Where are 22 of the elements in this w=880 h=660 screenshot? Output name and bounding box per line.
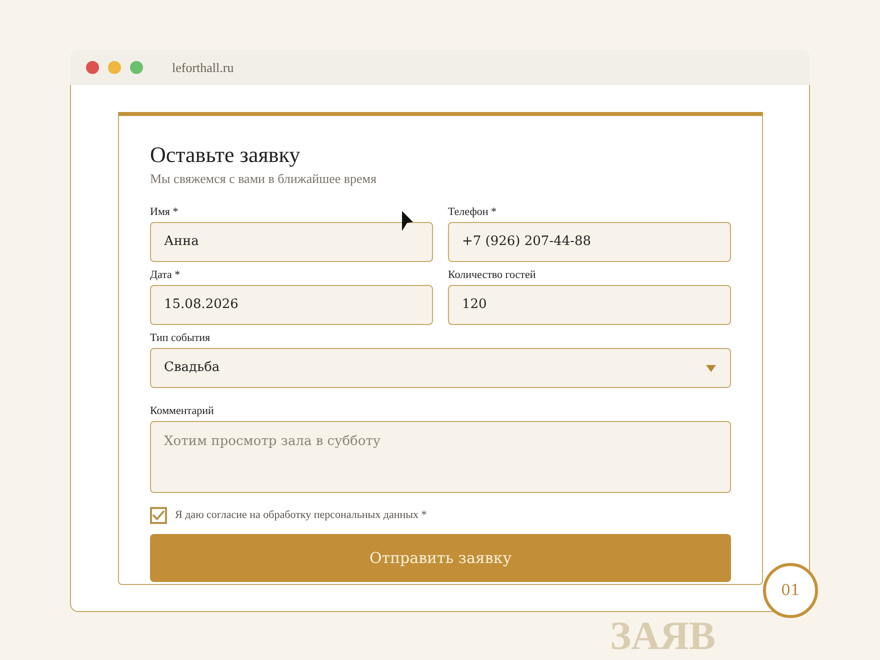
form-subtitle: Мы свяжемся с вами в ближайшее время — [150, 170, 378, 188]
text-input-field[interactable]: Анна — [150, 222, 433, 262]
event-type-select[interactable]: Свадьба — [150, 348, 731, 388]
form-title: Оставьте заявку — [150, 142, 302, 168]
text-input-field[interactable]: +7 (926) 207-44-88 — [448, 222, 731, 262]
consent-checkbox[interactable] — [150, 507, 167, 524]
background-word: ЗАЯВ — [610, 616, 716, 656]
field-label: Количество гостей — [448, 269, 537, 281]
caret-icon — [706, 364, 716, 372]
url-text: leforthall.ru — [172, 58, 234, 77]
comment-textarea[interactable]: Хотим просмотр зала в субботу — [150, 421, 731, 493]
field-label: Комментарий — [150, 405, 215, 417]
text-input-field[interactable]: 15.08.2026 — [150, 285, 433, 325]
text-input-field[interactable]: 120 — [448, 285, 731, 325]
field-label: Имя * — [150, 206, 180, 218]
consent-label: Я даю согласие на обработку персональных данных * — [175, 508, 427, 524]
mouse-cursor-icon — [402, 211, 413, 231]
field-label: Телефон * — [448, 206, 498, 218]
checkmark-icon — [152, 510, 165, 521]
step-number-badge: 01 — [763, 563, 818, 618]
field-label: Дата * — [150, 269, 182, 281]
field-label: Тип события — [150, 332, 212, 344]
